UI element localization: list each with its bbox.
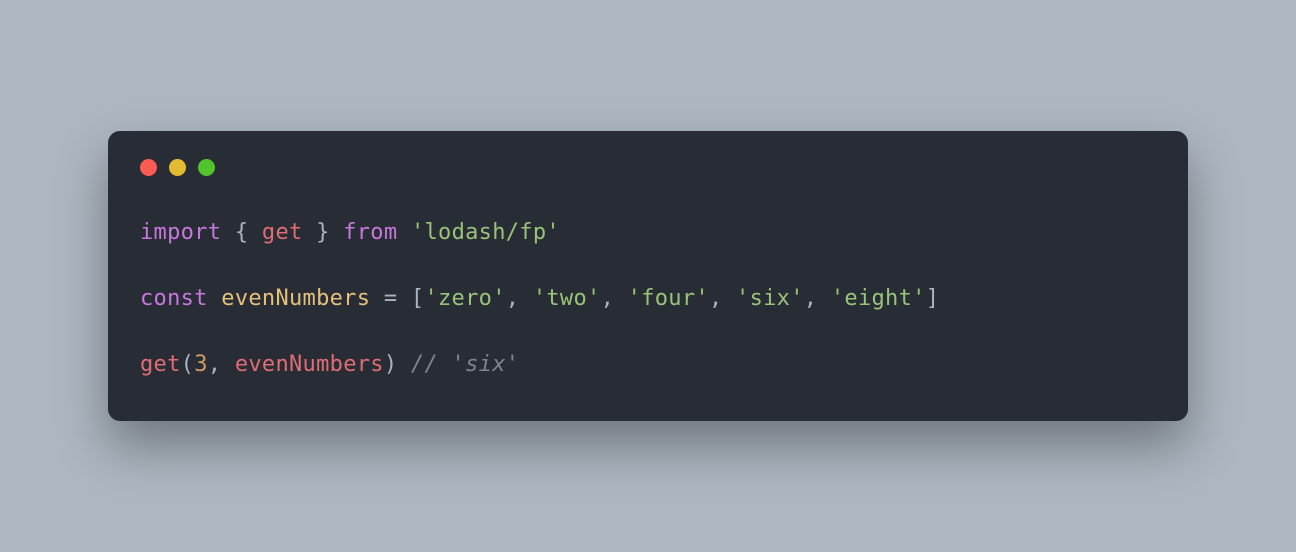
space <box>397 220 411 245</box>
code-line: const evenNumbers = ['zero', 'two', 'fou… <box>140 286 939 311</box>
close-icon[interactable] <box>140 159 157 176</box>
space <box>397 352 411 377</box>
bracket-open: [ <box>411 286 425 311</box>
string-six: 'six' <box>736 286 804 311</box>
identifier-evennumbers: evenNumbers <box>235 352 384 377</box>
keyword-from: from <box>343 220 397 245</box>
brace-open: { <box>221 220 262 245</box>
code-line: get(3, evenNumbers) // 'six' <box>140 352 519 377</box>
keyword-import: import <box>140 220 221 245</box>
brace-close: } <box>303 220 344 245</box>
comma: , <box>804 286 831 311</box>
minimize-icon[interactable] <box>169 159 186 176</box>
comma: , <box>709 286 736 311</box>
string-four: 'four' <box>628 286 709 311</box>
equals: = <box>370 286 411 311</box>
comment: // 'six' <box>411 352 519 377</box>
string-zero: 'zero' <box>424 286 505 311</box>
comma: , <box>601 286 628 311</box>
code-line: import { get } from 'lodash/fp' <box>140 220 560 245</box>
comma: , <box>208 352 235 377</box>
bracket-close: ] <box>926 286 940 311</box>
call-get: get <box>140 352 181 377</box>
string-two: 'two' <box>533 286 601 311</box>
number-literal: 3 <box>194 352 208 377</box>
code-window: import { get } from 'lodash/fp' const ev… <box>108 131 1188 421</box>
paren-close: ) <box>384 352 398 377</box>
space <box>208 286 222 311</box>
identifier-get: get <box>262 220 303 245</box>
string-eight: 'eight' <box>831 286 926 311</box>
identifier-evennumbers: evenNumbers <box>221 286 370 311</box>
code-block: import { get } from 'lodash/fp' const ev… <box>140 216 1156 381</box>
string-module: 'lodash/fp' <box>411 220 560 245</box>
maximize-icon[interactable] <box>198 159 215 176</box>
paren-open: ( <box>181 352 195 377</box>
comma: , <box>506 286 533 311</box>
traffic-lights <box>140 159 1156 176</box>
keyword-const: const <box>140 286 208 311</box>
